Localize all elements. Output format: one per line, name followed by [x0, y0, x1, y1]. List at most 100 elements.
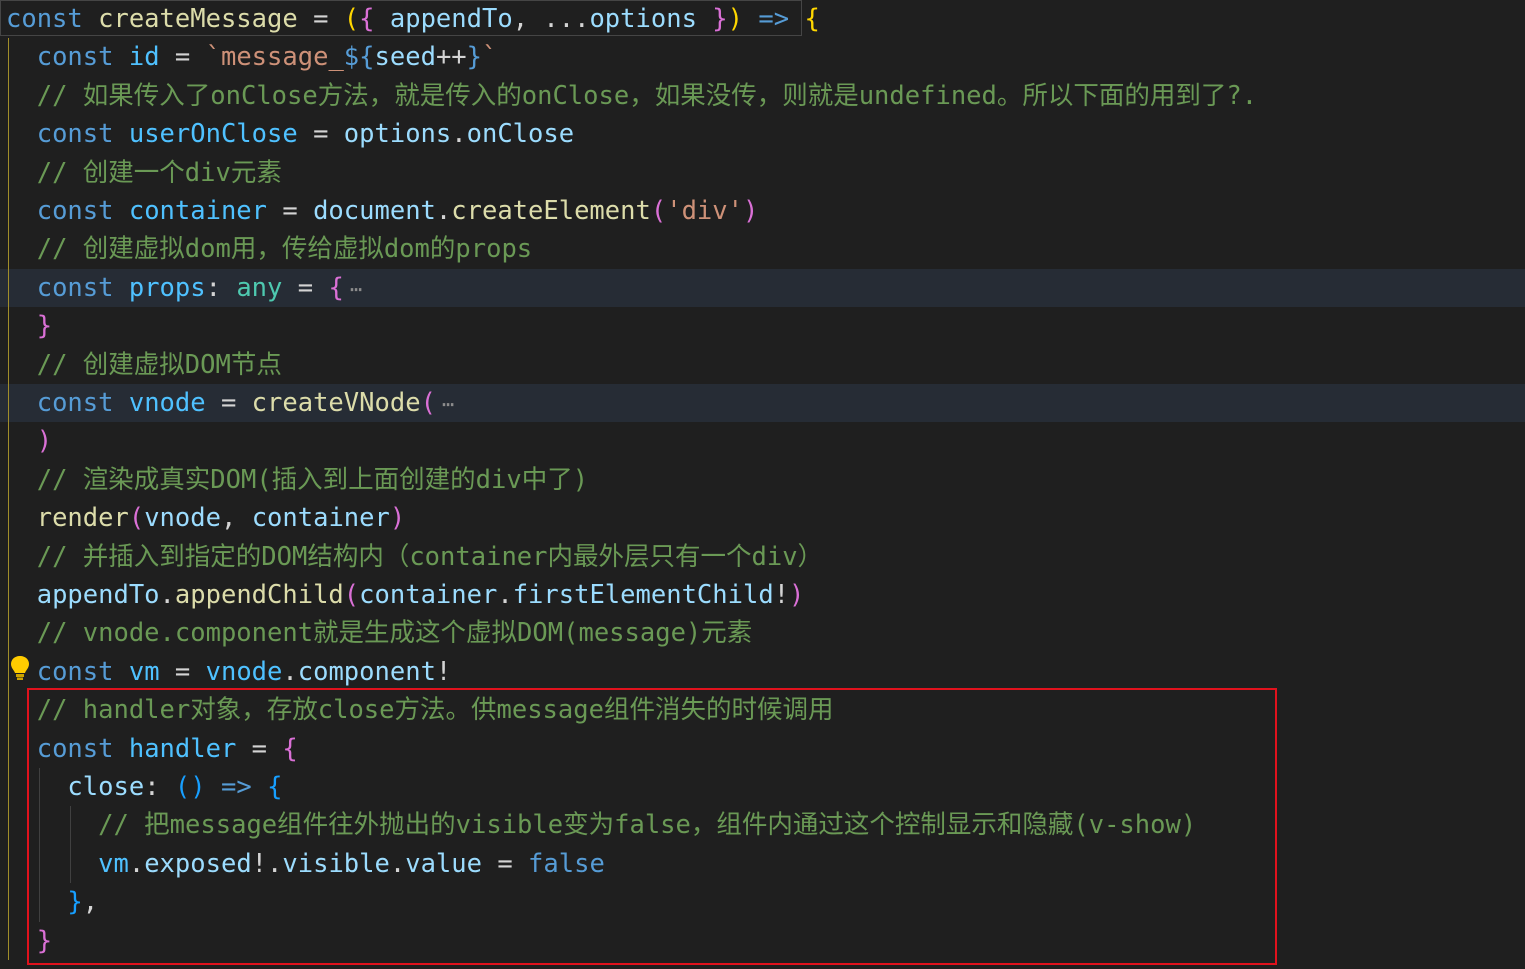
- code-token: !.: [251, 848, 283, 879]
- code-line[interactable]: // 并插入到指定的DOM结构内（container内最外层只有一个div）: [0, 537, 1525, 576]
- code-line[interactable]: // 渲染成真实DOM(插入到上面创建的div中了): [0, 460, 1525, 500]
- code-line[interactable]: close: () => {: [0, 768, 1525, 807]
- code-token: createMessage: [98, 4, 298, 34]
- code-line[interactable]: const id = `message_${seed++}`: [0, 38, 1525, 77]
- code-line[interactable]: const vnode = createVNode(⋯: [0, 384, 1525, 423]
- code-token: =: [481, 848, 529, 879]
- code-token: // 渲染成真实DOM(插入到上面创建的div中了): [36, 464, 589, 495]
- code-token: , ...: [512, 4, 590, 34]
- code-line[interactable]: // 创建一个div元素: [0, 153, 1525, 192]
- code-line[interactable]: const userOnClose = options.onClose: [0, 115, 1525, 154]
- code-text: const createMessage = ({ appendTo, ...op…: [6, 0, 820, 38]
- code-token: =: [297, 119, 344, 150]
- code-text: // handler对象，存放close方法。供message组件消失的时候调用: [6, 691, 834, 729]
- code-token: // 把message组件往外抛出的visible变为false，组件内通过这个…: [98, 810, 1197, 841]
- code-text: // 如果传入了onClose方法，就是传入的onClose，如果没传，则就是u…: [6, 77, 1257, 115]
- code-token: .: [451, 119, 467, 150]
- code-token: onClose: [466, 119, 575, 150]
- code-line[interactable]: }: [0, 921, 1525, 960]
- lightbulb-icon[interactable]: [9, 654, 31, 682]
- code-line[interactable]: const container = document.createElement…: [0, 192, 1525, 231]
- code-line[interactable]: // 创建虚拟dom用，传给虚拟dom的props: [0, 230, 1525, 269]
- fold-ellipsis-icon[interactable]: ⋯: [436, 392, 454, 416]
- code-text: close: () => {: [6, 768, 282, 806]
- code-line[interactable]: }: [0, 307, 1525, 346]
- code-text: const vnode = createVNode(⋯: [6, 384, 454, 423]
- code-line[interactable]: // 如果传入了onClose方法，就是传入的onClose，如果没传，则就是u…: [0, 76, 1525, 116]
- code-token: }: [712, 4, 728, 34]
- code-token: }: [466, 42, 483, 73]
- code-text: const props: any = {⋯: [6, 269, 362, 308]
- code-token: =>: [758, 4, 790, 34]
- code-line[interactable]: },: [0, 883, 1525, 922]
- code-line[interactable]: render(vnode, container): [0, 499, 1525, 538]
- code-text: // 渲染成真实DOM(插入到上面创建的div中了): [6, 461, 588, 499]
- code-line[interactable]: // handler对象，存放close方法。供message组件消失的时候调用: [0, 691, 1525, 730]
- code-line[interactable]: appendTo.appendChild(container.firstElem…: [0, 576, 1525, 615]
- code-line[interactable]: const createMessage = ({ appendTo, ...op…: [0, 0, 1525, 38]
- code-token: false: [528, 848, 605, 879]
- code-token: =: [159, 656, 206, 687]
- code-text: const id = `message_${seed++}`: [6, 38, 498, 76]
- code-text: // 创建一个div元素: [6, 154, 282, 192]
- code-token: .: [389, 848, 406, 879]
- code-token: appendTo: [36, 580, 160, 610]
- fold-ellipsis-icon[interactable]: ⋯: [344, 277, 362, 301]
- code-token: ${: [343, 42, 375, 73]
- code-line[interactable]: const props: any = {⋯: [0, 268, 1525, 308]
- code-token: // 如果传入了onClose方法，就是传入的onClose，如果没传，则就是u…: [36, 80, 1258, 111]
- code-token: const: [36, 119, 114, 150]
- code-line[interactable]: // 把message组件往外抛出的visible变为false，组件内通过这个…: [0, 806, 1525, 845]
- code-token: .: [128, 848, 145, 879]
- code-token: ): [389, 503, 406, 534]
- code-token: (: [650, 196, 667, 226]
- code-token: container: [128, 196, 268, 226]
- code-line[interactable]: // vnode.component就是生成这个虚拟DOM(message)元素: [0, 614, 1525, 653]
- code-token: ): [36, 426, 53, 457]
- code-line[interactable]: const handler = {: [0, 729, 1525, 768]
- code-token: const: [36, 42, 114, 73]
- code-token: ,: [82, 887, 99, 918]
- code-token: }: [67, 887, 83, 918]
- code-token: =: [282, 272, 329, 303]
- code-text: // 并插入到指定的DOM结构内（container内最外层只有一个div）: [6, 538, 823, 576]
- code-text: // 把message组件往外抛出的visible变为false，组件内通过这个…: [6, 806, 1196, 844]
- code-line[interactable]: vm.exposed!.visible.value = false: [0, 844, 1525, 884]
- code-token: 'div': [666, 196, 743, 226]
- code-token: ++: [435, 42, 467, 73]
- code-token: =: [236, 733, 283, 764]
- code-token: vm: [128, 656, 160, 687]
- code-token: component: [297, 656, 436, 687]
- code-line[interactable]: ): [0, 422, 1525, 461]
- code-token: any: [236, 272, 283, 303]
- code-token: vm: [98, 848, 129, 879]
- code-token: container: [359, 580, 498, 610]
- code-line[interactable]: const vm = vnode.component!: [0, 652, 1525, 692]
- code-token: document: [313, 196, 436, 226]
- code-token: appendChild: [174, 580, 344, 610]
- code-token: const: [36, 272, 114, 303]
- code-text: }: [6, 922, 52, 960]
- code-line[interactable]: // 创建虚拟DOM节点: [0, 345, 1525, 384]
- code-text: render(vnode, container): [6, 499, 406, 537]
- code-token: }: [36, 925, 53, 956]
- code-token: // 并插入到指定的DOM结构内（container内最外层只有一个div）: [36, 541, 824, 572]
- code-editor[interactable]: const createMessage = ({ appendTo, ...op…: [0, 0, 1525, 969]
- code-token: vnode: [128, 388, 206, 418]
- code-token: exposed: [144, 848, 252, 879]
- code-token: :: [205, 272, 237, 303]
